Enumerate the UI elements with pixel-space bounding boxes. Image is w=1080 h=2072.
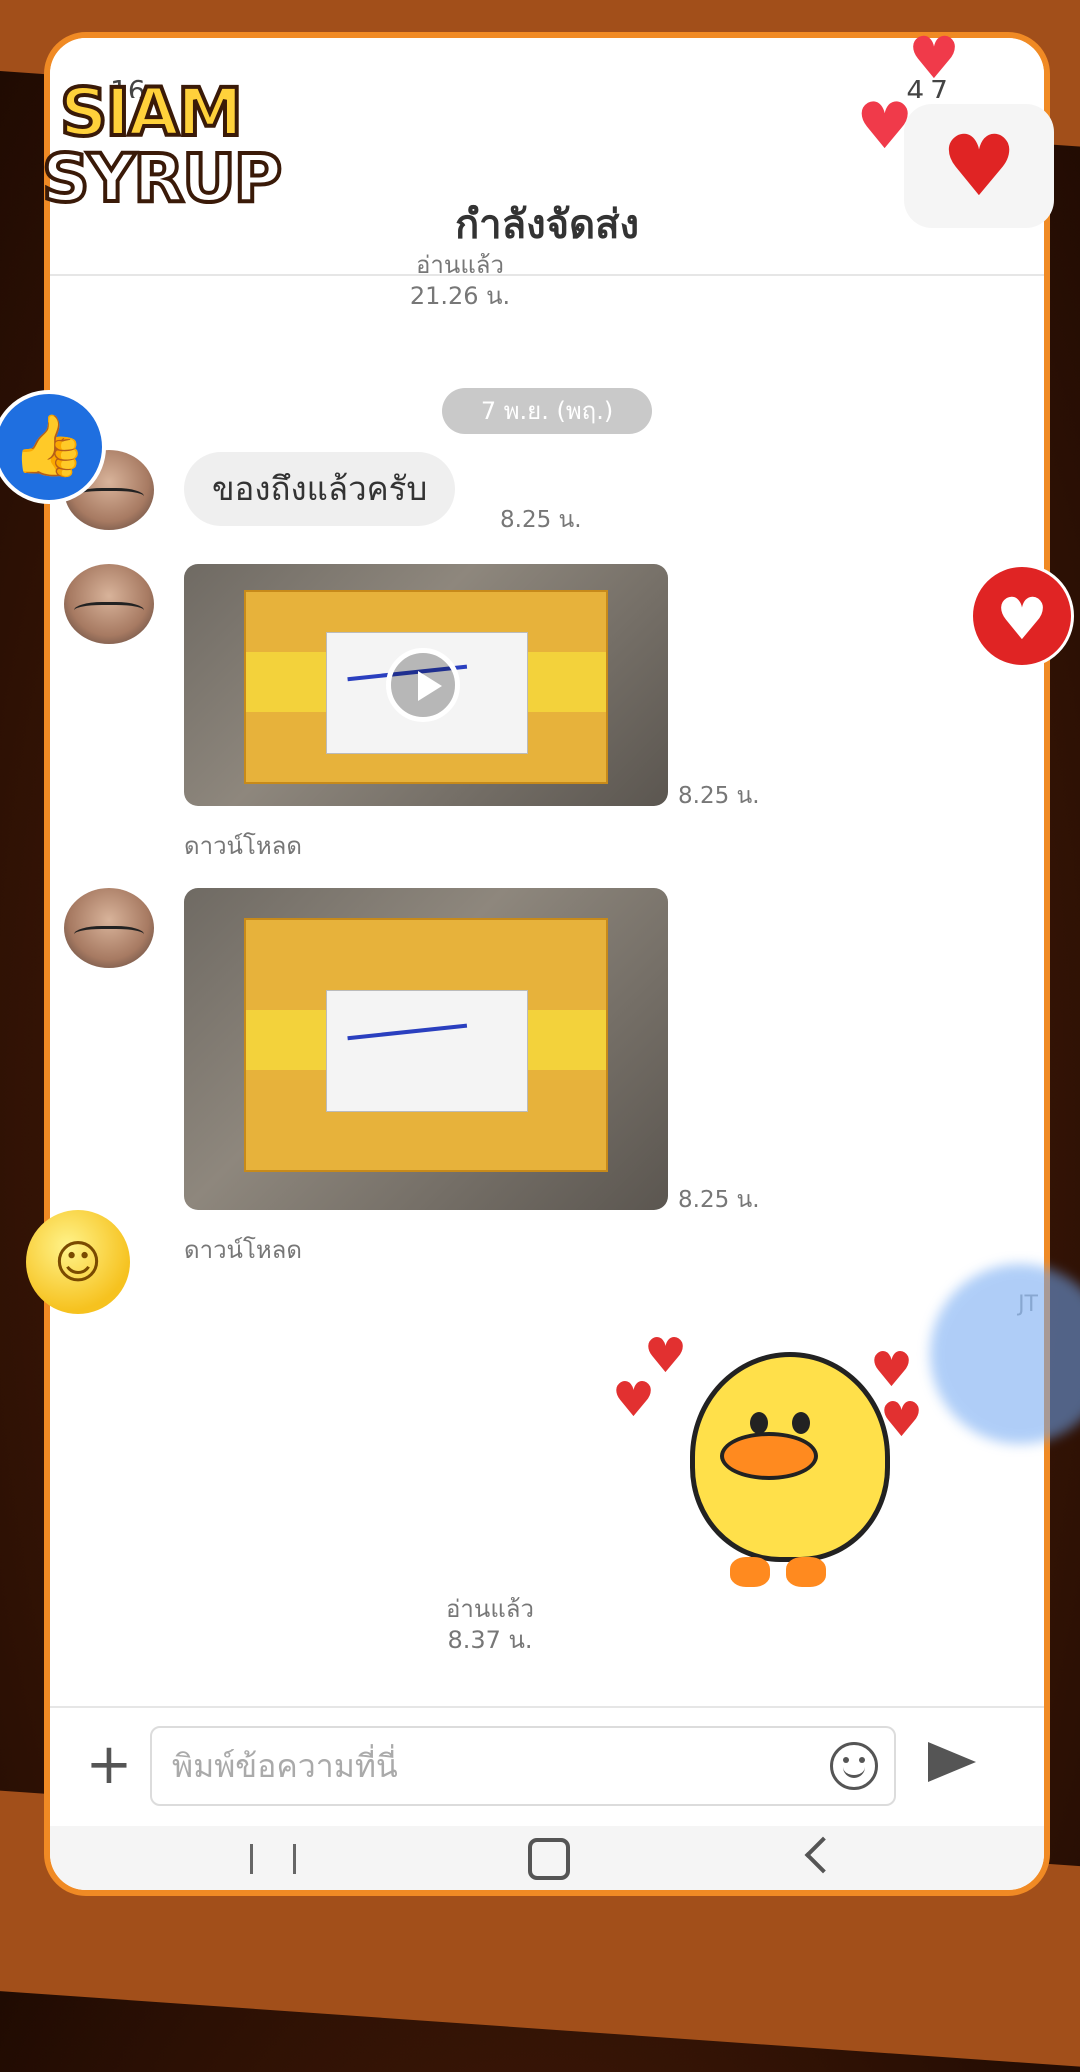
read-receipt-top: อ่านแล้ว 21.26 น. <box>390 250 530 312</box>
message-time: 8.25 น. <box>678 1187 760 1213</box>
message-time: 8.25 น. <box>500 507 582 533</box>
video-thumbnail[interactable] <box>184 564 668 806</box>
logo-line-2: SYRUP <box>40 138 284 219</box>
heart-button-icon: ♥ <box>970 564 1074 668</box>
system-nav-bar <box>50 1826 1044 1890</box>
parcel-image <box>244 918 608 1172</box>
play-icon[interactable] <box>386 648 460 722</box>
heart-icon: ♥ <box>870 1342 914 1398</box>
siam-syrup-logo: SIAM SYRUP <box>30 70 330 220</box>
send-icon[interactable] <box>928 1742 976 1782</box>
back-icon[interactable] <box>804 1836 842 1874</box>
message-time: 8.25 น. <box>678 783 760 809</box>
chat-area[interactable]: อ่านแล้ว 21.26 น. 7 พ.ย. (พฤ.) ของถึงแล้… <box>50 251 1044 1706</box>
glasses-detail <box>74 602 144 623</box>
heart-bubble-icon: ♥ <box>904 104 1054 228</box>
message-input-bar: + <box>50 1706 1044 1828</box>
message-input[interactable] <box>150 1726 896 1806</box>
image-thumbnail[interactable] <box>184 888 668 1210</box>
duck-sticker[interactable]: ♥ ♥ ♥ ♥ <box>610 1328 970 1592</box>
avatar[interactable] <box>64 888 154 968</box>
date-separator: 7 พ.ย. (พฤ.) <box>442 388 652 434</box>
read-receipt-bottom: อ่านแล้ว 8.37 น. <box>420 1594 560 1656</box>
duck-beak <box>720 1432 818 1480</box>
avatar[interactable] <box>64 564 154 644</box>
read-time: 8.37 น. <box>447 1626 533 1654</box>
read-time: 21.26 น. <box>409 282 511 310</box>
smiley-icon[interactable] <box>830 1742 878 1790</box>
phone-screen: 16: 47 กำลังจัดส่ง อ่านแล้ว 21.26 น. 7 พ… <box>44 32 1050 1896</box>
heart-icon: ♥ <box>856 90 914 164</box>
plus-icon[interactable]: + <box>80 1736 138 1794</box>
recents-icon[interactable] <box>250 1844 296 1874</box>
smiley-face-icon: ☺ <box>26 1210 130 1314</box>
read-label: อ่านแล้ว <box>446 1595 534 1623</box>
read-label: อ่านแล้ว <box>416 251 504 279</box>
heart-icon: ♥ <box>644 1328 688 1384</box>
heart-icon: ♥ <box>908 24 960 92</box>
message-bubble[interactable]: ของถึงแล้วครับ <box>184 452 456 526</box>
download-link[interactable]: ดาวน์โหลด <box>184 1230 302 1269</box>
glasses-detail <box>74 926 144 947</box>
home-icon[interactable] <box>528 1838 570 1880</box>
download-link[interactable]: ดาวน์โหลด <box>184 826 302 865</box>
